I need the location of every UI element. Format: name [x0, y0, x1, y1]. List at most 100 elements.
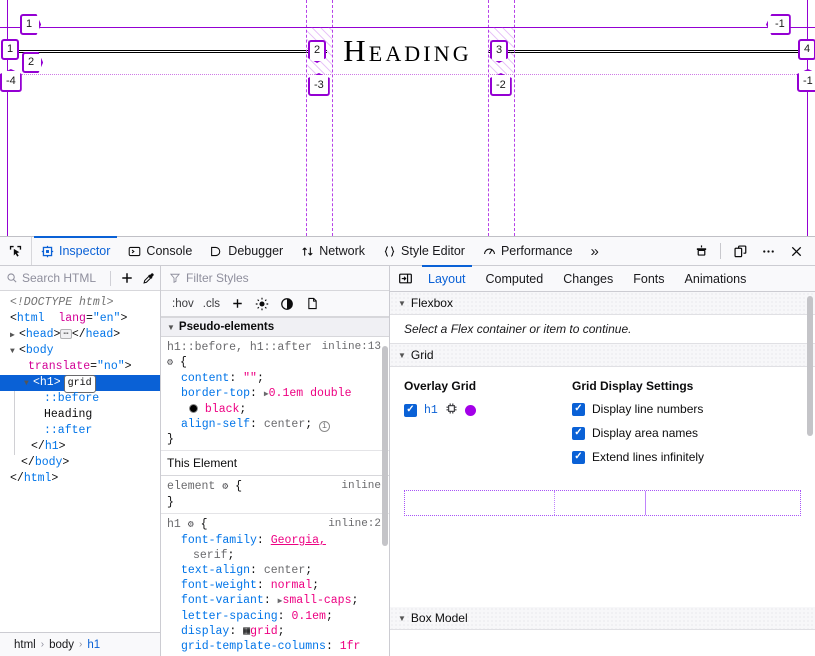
grid-outline-cell-1[interactable]	[405, 491, 555, 515]
decl-value-grid-template-columns[interactable]: 1fr	[340, 640, 361, 653]
print-media-button[interactable]	[301, 293, 323, 315]
tab-performance[interactable]: Performance	[474, 237, 582, 265]
flexbox-section-header[interactable]: ▼ Flexbox	[390, 292, 815, 315]
decl-value-text-align[interactable]: center	[264, 564, 305, 577]
tab-animations[interactable]: Animations	[675, 266, 757, 291]
more-options-button[interactable]	[755, 238, 781, 264]
grid-line-badge-col--2[interactable]: -2	[490, 73, 512, 96]
dark-color-scheme-button[interactable]	[276, 293, 298, 315]
rule-source-element[interactable]: inline	[341, 479, 381, 494]
dom-row-h1-selected[interactable]: <h1>grid	[0, 375, 160, 391]
color-swatch-black[interactable]	[189, 404, 198, 413]
tab-style-editor[interactable]: Style Editor	[374, 237, 474, 265]
decl-value-font-family[interactable]: Georgia,	[271, 534, 326, 547]
box-model-section-header[interactable]: ▼ Box Model	[390, 607, 815, 630]
collapse-h1-twisty[interactable]	[24, 376, 33, 392]
decl-prop-grid-template-columns[interactable]: grid-template-columns	[167, 640, 326, 653]
decl-value-align-self[interactable]: center	[264, 418, 305, 431]
layout-scrollbar[interactable]	[807, 296, 813, 436]
dom-row-body-open[interactable]: <body	[0, 343, 160, 359]
overlay-grid-item-h1[interactable]: h1	[404, 402, 572, 418]
collapse-body-twisty[interactable]	[10, 344, 19, 360]
decl-value-font-variant[interactable]: small-caps	[282, 594, 351, 607]
grid-icon[interactable]	[445, 402, 458, 418]
rule-source-h1[interactable]: inline:2	[328, 517, 381, 532]
setting-display-area-names[interactable]: Display area names	[572, 426, 704, 440]
decl-prop-letter-spacing[interactable]: letter-spacing	[167, 610, 278, 623]
dom-row-text-node[interactable]: Heading	[0, 407, 160, 423]
element-picker-button[interactable]	[0, 237, 32, 265]
tab-layout[interactable]: Layout	[418, 266, 476, 291]
breadcrumb-item-h1[interactable]: h1	[87, 639, 100, 651]
rule-selector-h1[interactable]: h1	[167, 518, 181, 531]
rules-scrollbar[interactable]	[382, 346, 388, 546]
rule-gear-icon[interactable]: ⚙	[222, 482, 228, 493]
tab-computed[interactable]: Computed	[476, 266, 554, 291]
info-icon[interactable]: i	[319, 421, 330, 432]
decl-prop-content[interactable]: content	[167, 372, 229, 385]
rule-h1[interactable]: h1 ⚙ { inline:2 font-family: Georgia, se…	[161, 514, 389, 656]
pseudo-class-toggle[interactable]: :hov	[169, 298, 197, 310]
dom-row-doctype[interactable]: <!DOCTYPE html>	[0, 295, 160, 311]
search-html-input[interactable]: Search HTML	[6, 271, 105, 285]
eyedropper-button[interactable]	[138, 267, 160, 289]
decl-value-content[interactable]: ""	[243, 372, 257, 385]
tab-fonts[interactable]: Fonts	[623, 266, 674, 291]
decl-value-border-color[interactable]: black	[205, 403, 240, 416]
tab-inspector[interactable]: Inspector	[32, 237, 119, 265]
extend-lines-infinitely-checkbox[interactable]	[572, 451, 585, 464]
split-console-button[interactable]	[727, 238, 753, 264]
decl-prop-align-self[interactable]: align-self	[167, 418, 250, 431]
decl-prop-text-align[interactable]: text-align	[167, 564, 250, 577]
rule-gear-icon[interactable]: ⚙	[188, 520, 194, 531]
grid-line-badge-col--3[interactable]: -3	[308, 73, 330, 96]
close-devtools-button[interactable]	[783, 238, 809, 264]
collapsed-children-ellipsis[interactable]: ⋯	[60, 329, 71, 339]
tab-changes[interactable]: Changes	[553, 266, 623, 291]
decl-value-letter-spacing[interactable]: 0.1em	[291, 610, 326, 623]
light-color-scheme-button[interactable]	[251, 293, 273, 315]
display-area-names-checkbox[interactable]	[572, 427, 585, 440]
dom-row-before-pseudo[interactable]: ::before	[0, 391, 160, 407]
expand-head-twisty[interactable]	[10, 328, 19, 344]
decl-prop-font-weight[interactable]: font-weight	[167, 579, 257, 592]
grid-section-header[interactable]: ▼ Grid	[390, 344, 815, 367]
toggle-sidebar-button[interactable]	[392, 266, 418, 291]
rules-list[interactable]: ▼ Pseudo-elements h1::before, h1::after …	[161, 317, 389, 656]
rule-source[interactable]: inline:13	[322, 340, 381, 355]
breadcrumb-item-body[interactable]: body	[49, 639, 74, 651]
dom-row-html-open[interactable]: <html lang="en">	[0, 311, 160, 327]
dom-tree[interactable]: <!DOCTYPE html> <html lang="en"> <head>⋯…	[0, 291, 160, 632]
grid-outline-cell-3[interactable]	[646, 491, 800, 515]
overlay-grid-element-label[interactable]: h1	[424, 404, 438, 417]
decl-value-display[interactable]: grid	[250, 625, 278, 638]
class-toggle[interactable]: .cls	[200, 298, 223, 310]
rule-selector-element[interactable]: element	[167, 480, 215, 493]
overlay-grid-checkbox[interactable]	[404, 404, 417, 417]
tab-debugger[interactable]: Debugger	[201, 237, 292, 265]
decl-prop-font-family[interactable]: font-family	[167, 534, 257, 547]
dom-row-head[interactable]: <head>⋯</head>	[0, 327, 160, 343]
rule-pseudo-elements[interactable]: h1::before, h1::after inline:13 ⚙ { cont…	[161, 337, 389, 451]
rule-selector[interactable]: h1::before, h1::after	[167, 341, 312, 354]
grid-outline-preview[interactable]	[404, 490, 801, 516]
tab-console[interactable]: Console	[119, 237, 201, 265]
tab-overflow-button[interactable]: »	[582, 237, 608, 265]
decl-prop-border-top[interactable]: border-top	[167, 387, 250, 400]
setting-display-line-numbers[interactable]: Display line numbers	[572, 402, 704, 416]
dom-row-body-close[interactable]: </body>	[0, 455, 160, 471]
filter-styles-bar[interactable]: Filter Styles	[161, 266, 389, 291]
dom-row-h1-close[interactable]: </h1>	[0, 439, 160, 455]
decl-prop-display[interactable]: display	[167, 625, 229, 638]
decl-prop-font-variant[interactable]: font-variant	[167, 594, 264, 607]
responsive-design-mode-button[interactable]	[688, 238, 714, 264]
overlay-grid-color-swatch[interactable]	[465, 405, 476, 416]
setting-extend-lines-infinitely[interactable]: Extend lines infinitely	[572, 450, 704, 464]
dom-row-after-pseudo[interactable]: ::after	[0, 423, 160, 439]
add-node-button[interactable]	[116, 267, 138, 289]
dom-row-html-close[interactable]: </html>	[0, 471, 160, 487]
page-viewport[interactable]: Heading 1 -1 1 -4 2 -3 3 -2 4 -1 2	[0, 0, 815, 236]
display-line-numbers-checkbox[interactable]	[572, 403, 585, 416]
rule-gear-icon[interactable]: ⚙	[167, 358, 173, 369]
decl-value-font-weight[interactable]: normal	[271, 579, 312, 592]
